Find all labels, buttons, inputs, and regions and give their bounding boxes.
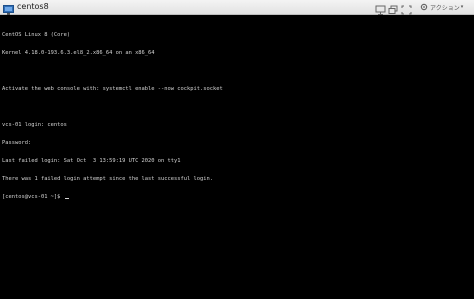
text-cursor <box>64 198 69 199</box>
fullscreen-icon[interactable] <box>401 2 412 15</box>
console-line: Password: <box>2 140 32 146</box>
title-bar: centos8 アクション ▾ <box>0 0 474 15</box>
console-line: Kernel 4.18.0-193.6.3.el8_2.x86_64 on an… <box>2 50 155 56</box>
window-title: centos8 <box>17 2 49 11</box>
console-line: CentOS Linux 8 (Core) <box>2 32 71 38</box>
console-line: vcs-01 login: centos <box>2 122 67 128</box>
action-menu-button[interactable]: アクション ▾ <box>420 1 463 13</box>
chevron-down-icon: ▾ <box>460 4 464 10</box>
vm-console-window: centos8 アクション ▾ CentOS Linux 8 (Core) Ke… <box>0 0 474 299</box>
monitor-icon[interactable] <box>375 2 386 15</box>
console-line: Activate the web console with: systemctl… <box>2 86 223 92</box>
restore-icon[interactable] <box>388 2 399 14</box>
console-output: CentOS Linux 8 (Core) Kernel 4.18.0-193.… <box>2 20 223 212</box>
console-prompt-line: [centos@vcs-01 ~]$ <box>2 194 223 200</box>
shell-prompt: [centos@vcs-01 ~]$ <box>2 194 64 200</box>
action-menu-label: アクション <box>430 4 460 12</box>
settings-icon <box>420 3 428 11</box>
vm-icon <box>3 2 14 15</box>
terminal-console[interactable]: CentOS Linux 8 (Core) Kernel 4.18.0-193.… <box>0 15 474 299</box>
console-line: There was 1 failed login attempt since t… <box>2 176 213 182</box>
console-line: Last failed login: Sat Oct 3 13:59:19 UT… <box>2 158 181 164</box>
